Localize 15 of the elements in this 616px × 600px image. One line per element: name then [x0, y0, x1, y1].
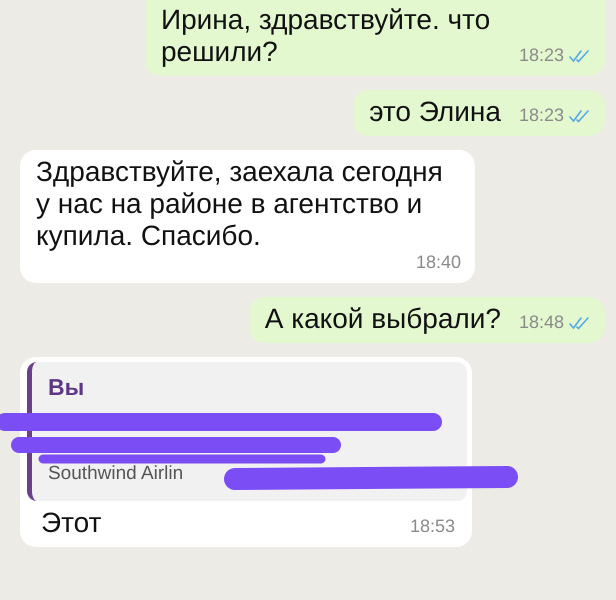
message-text: Здравствуйте, заехала сегодня у нас на районе в агентство и купила. Спасибо.: [36, 156, 444, 252]
double-check-icon: [569, 48, 591, 62]
message-text: А какой выбрали?: [264, 303, 501, 335]
message-text: это Элина: [369, 96, 501, 128]
quote-text: Southwind Airlin: [48, 463, 184, 485]
message-time: 18:40: [416, 252, 461, 273]
double-check-icon: [569, 316, 591, 330]
message-time: 18:48: [518, 312, 564, 333]
message-time: 18:53: [410, 516, 455, 537]
message-time: 18:23: [518, 45, 564, 66]
message-time: 18:23: [518, 105, 564, 126]
double-check-icon: [569, 108, 591, 122]
message-text: Этот: [41, 507, 102, 539]
quote-author: Вы: [48, 374, 86, 401]
message-text: Ирина, здравствуйте. что решили?: [160, 4, 492, 68]
